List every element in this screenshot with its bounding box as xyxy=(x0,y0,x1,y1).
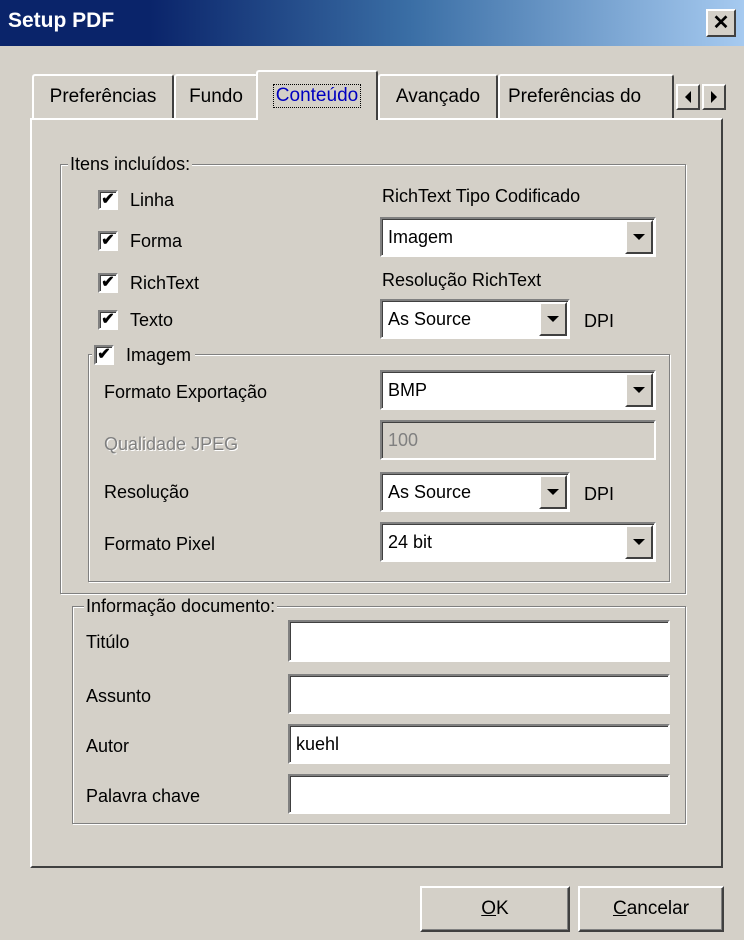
tab-scroll-right-button[interactable] xyxy=(702,84,726,110)
resolution-label: Resolução xyxy=(104,482,190,502)
tab-conteudo[interactable]: Conteúdo xyxy=(256,70,378,120)
select-value: As Source xyxy=(388,481,472,502)
check-icon: ✔ xyxy=(98,190,118,210)
checkbox-label: Imagem xyxy=(126,345,192,365)
export-format-select[interactable]: BMP xyxy=(380,370,656,410)
close-icon: ✕ xyxy=(712,12,730,34)
doc-title-label: Titúlo xyxy=(86,632,130,652)
doc-keywords-input[interactable] xyxy=(288,774,670,814)
dropdown-button[interactable] xyxy=(625,525,653,559)
doc-subject-input[interactable] xyxy=(288,674,670,714)
doc-author-label: Autor xyxy=(86,736,130,756)
tab-label: Preferências do xyxy=(508,86,642,107)
cancel-label-rest: ancelar xyxy=(626,898,690,919)
check-icon: ✔ xyxy=(98,231,118,251)
doc-author-input[interactable]: kuehl xyxy=(288,724,670,764)
cancel-button[interactable]: Cancelar xyxy=(578,886,724,932)
dropdown-button[interactable] xyxy=(625,373,653,407)
dpi-unit-label: DPI xyxy=(584,311,615,331)
select-value: As Source xyxy=(388,308,472,329)
chevron-down-icon xyxy=(633,234,645,240)
checkbox-label: RichText xyxy=(130,272,200,293)
tab-fundo[interactable]: Fundo xyxy=(174,74,258,118)
select-value: BMP xyxy=(388,379,428,400)
tab-label: Preferências xyxy=(49,86,157,107)
checkbox-texto[interactable]: ✔ Texto xyxy=(98,308,173,332)
doc-title-input[interactable] xyxy=(288,620,670,662)
dropdown-button[interactable] xyxy=(539,302,567,336)
doc-keywords-label: Palavra chave xyxy=(86,786,201,806)
check-icon: ✔ xyxy=(98,310,118,330)
dropdown-button[interactable] xyxy=(625,220,653,254)
tab-label: Avançado xyxy=(395,86,481,107)
pixel-format-select[interactable]: 24 bit xyxy=(380,522,656,562)
checkbox-label: Texto xyxy=(130,309,174,330)
chevron-down-icon xyxy=(633,387,645,393)
arrow-left-icon xyxy=(685,91,691,103)
tab-preferencias-do[interactable]: Preferências do xyxy=(498,74,674,118)
resolution-select[interactable]: As Source xyxy=(380,472,570,512)
pixel-format-label: Formato Pixel xyxy=(104,534,216,554)
cancel-mnemonic: C xyxy=(612,898,627,919)
export-format-label: Formato Exportação xyxy=(104,382,268,402)
richtext-encoding-label: RichText Tipo Codificado xyxy=(382,186,581,206)
chevron-down-icon xyxy=(547,489,559,495)
chevron-down-icon xyxy=(547,316,559,322)
arrow-right-icon xyxy=(711,91,717,103)
tab-label: Fundo xyxy=(189,86,243,107)
doc-subject-label: Assunto xyxy=(86,686,152,706)
included-items-legend: Itens incluídos: xyxy=(68,154,193,174)
tab-preferencias[interactable]: Preferências xyxy=(32,74,174,118)
check-icon: ✔ xyxy=(94,345,114,365)
check-icon: ✔ xyxy=(98,273,118,293)
richtext-resolution-label: Resolução RichText xyxy=(382,270,542,290)
checkbox-label: Linha xyxy=(130,189,175,210)
checkbox-label: Forma xyxy=(130,230,183,251)
checkbox-imagem[interactable]: ✔ Imagem xyxy=(92,343,196,367)
checkbox-richtext[interactable]: ✔ RichText xyxy=(98,271,199,295)
tab-avancado[interactable]: Avançado xyxy=(378,74,498,118)
chevron-down-icon xyxy=(633,539,645,545)
richtext-encoding-select[interactable]: Imagem xyxy=(380,217,656,257)
tab-scroll-left-button[interactable] xyxy=(676,84,700,110)
dpi-unit-label: DPI xyxy=(584,484,615,504)
ok-label-rest: K xyxy=(496,898,509,919)
ok-mnemonic: O xyxy=(481,898,497,919)
ok-button[interactable]: OK xyxy=(420,886,570,932)
window-title: Setup PDF xyxy=(8,9,115,32)
jpeg-quality-label: Qualidade JPEG xyxy=(104,434,239,454)
select-value: Imagem xyxy=(388,226,454,247)
document-info-legend: Informação documento: xyxy=(84,596,278,616)
select-value: 24 bit xyxy=(388,531,433,552)
tab-label: Conteúdo xyxy=(272,84,362,108)
checkbox-linha[interactable]: ✔ Linha xyxy=(98,188,174,212)
dropdown-button[interactable] xyxy=(539,475,567,509)
checkbox-forma[interactable]: ✔ Forma xyxy=(98,229,182,253)
richtext-resolution-select[interactable]: As Source xyxy=(380,299,570,339)
close-button[interactable]: ✕ xyxy=(706,9,736,37)
jpeg-quality-input[interactable]: 100 xyxy=(380,420,656,460)
